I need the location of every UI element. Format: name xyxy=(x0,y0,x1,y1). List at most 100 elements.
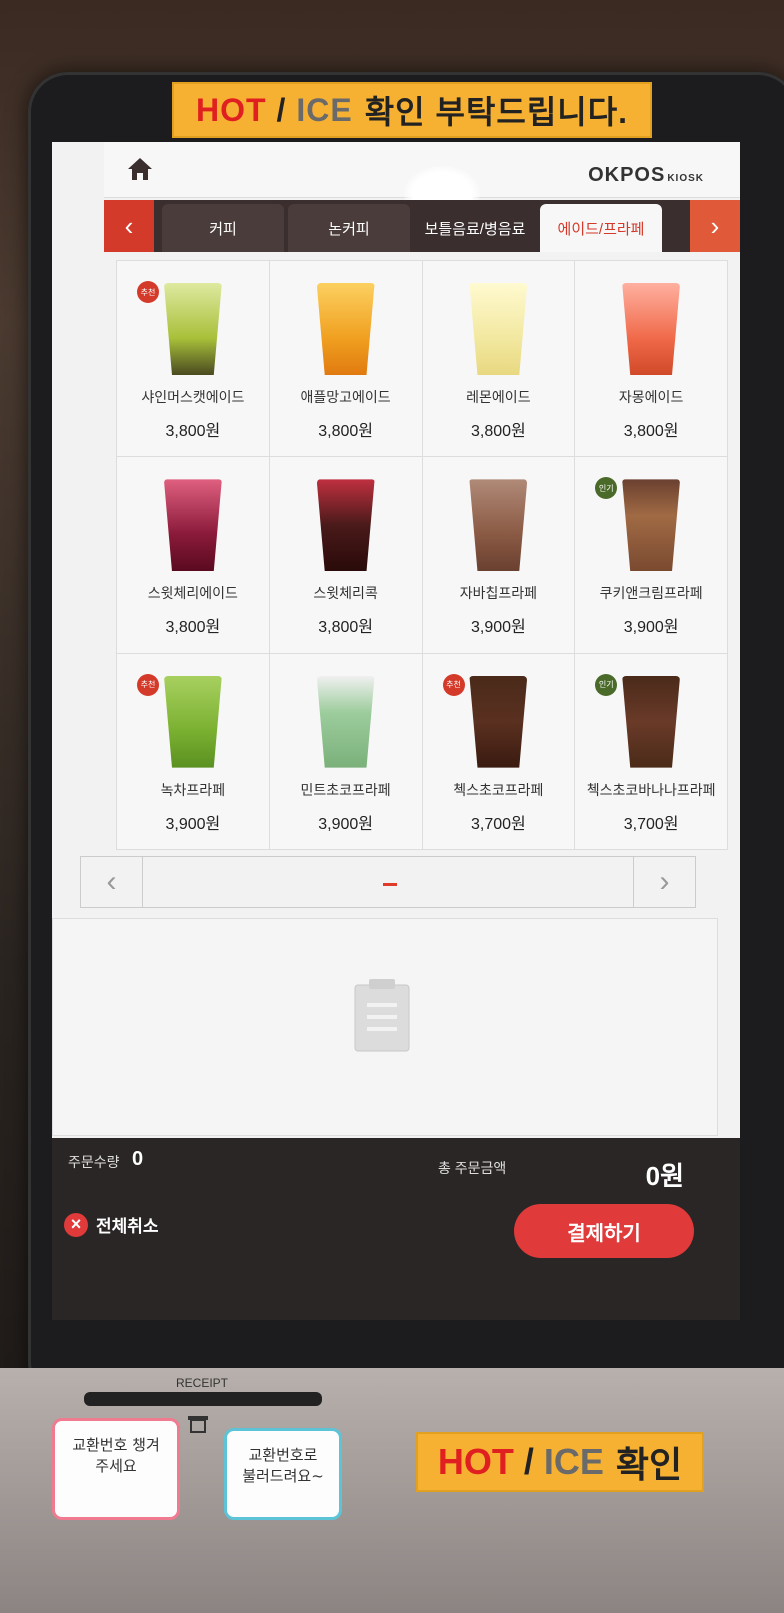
note-text: 교환번호 챙겨주세요 xyxy=(72,1436,160,1475)
tab-label: 에이드/프라페 xyxy=(557,220,645,238)
product-price: 3,900원 xyxy=(165,815,221,833)
order-footer: 주문수량 0 총 주문금액 0원 × 전체취소 결제하기 xyxy=(52,1138,740,1320)
badge-recommend: 추천 xyxy=(137,281,159,303)
tab-label: 논커피 xyxy=(328,220,370,238)
product-name: 민트초코프라페 xyxy=(300,781,391,798)
product-price: 3,900원 xyxy=(623,619,679,637)
product-card[interactable]: 스윗체리에이드 3,800원 xyxy=(117,457,270,654)
product-card[interactable]: 자몽에이드 3,800원 xyxy=(575,261,728,458)
sticker-text: 확인 xyxy=(615,1444,683,1485)
badge-recommend: 추천 xyxy=(137,673,159,696)
tab-label: 커피 xyxy=(209,220,237,238)
sticker-ice: ICE xyxy=(296,91,353,128)
order-total-label: 총 주문금액 xyxy=(438,1160,507,1176)
product-name: 자바칩프라페 xyxy=(459,585,538,602)
pay-button[interactable]: 결제하기 xyxy=(514,1204,694,1258)
cancel-all-label: 전체취소 xyxy=(96,1217,159,1236)
drink-image xyxy=(316,283,375,375)
drink-image xyxy=(316,675,375,768)
product-name: 스윗체리에이드 xyxy=(147,585,238,602)
sticker-slash: / xyxy=(523,1441,534,1482)
brand-sub: KIOSK xyxy=(667,173,704,184)
drink-image xyxy=(316,479,375,572)
tab-ade-frappe[interactable]: 에이드/프라페 xyxy=(540,204,662,252)
product-price: 3,900원 xyxy=(470,619,526,637)
product-pager: ‹ › xyxy=(80,856,696,908)
sticker-slash: / xyxy=(276,91,287,128)
drink-image xyxy=(622,675,681,768)
drink-image xyxy=(469,283,528,375)
product-price: 3,800원 xyxy=(318,619,373,637)
product-name: 녹차프라페 xyxy=(160,781,226,798)
product-name: 샤인머스캣에이드 xyxy=(141,389,245,405)
product-price: 3,700원 xyxy=(470,815,526,833)
product-name: 애플망고에이드 xyxy=(300,389,391,405)
cancel-all-button[interactable]: × 전체취소 xyxy=(64,1212,159,1237)
order-qty-value: 0 xyxy=(132,1148,144,1170)
tab-bottle-drinks[interactable]: 보틀음료/병음료 xyxy=(414,204,536,252)
product-card[interactable]: 인기 쿠키앤크림프라페 3,900원 xyxy=(575,457,728,654)
product-card[interactable]: 스윗체리콕 3,800원 xyxy=(269,457,423,654)
product-price: 3,800원 xyxy=(623,423,679,440)
call-number-note: 교환번호로 불러드려요~ xyxy=(224,1428,342,1520)
product-price: 3,900원 xyxy=(318,815,373,833)
sticker-ice: ICE xyxy=(543,1441,604,1482)
chevron-right-icon: › xyxy=(710,210,720,241)
page-indicator xyxy=(383,883,397,886)
close-icon: × xyxy=(64,1212,88,1237)
home-icon[interactable] xyxy=(126,156,154,182)
chevron-left-icon: ‹ xyxy=(106,865,117,898)
order-cart xyxy=(52,918,718,1136)
brand-name: OKPOS xyxy=(588,164,666,186)
sticker-hot: HOT xyxy=(437,1441,514,1482)
product-card[interactable]: 추천 녹차프라페 3,900원 xyxy=(117,653,270,850)
drink-image xyxy=(469,675,528,768)
product-name: 첵스초코바나나프라페 xyxy=(586,781,716,798)
product-name: 레몬에이드 xyxy=(466,389,531,405)
product-name: 쿠키앤크림프라페 xyxy=(599,585,703,602)
tab-prev-button[interactable]: ‹ xyxy=(104,200,154,252)
product-price: 3,800원 xyxy=(165,423,221,440)
tab-non-coffee[interactable]: 논커피 xyxy=(288,204,410,252)
product-grid: 추천 샤인머스캣에이드 3,800원 애플망고에이드 3,800원 레몬에이드 … xyxy=(116,260,728,850)
chevron-right-icon: › xyxy=(659,865,670,898)
tab-label: 보틀음료/병음료 xyxy=(424,220,526,238)
tab-next-button[interactable]: › xyxy=(690,200,740,252)
chevron-left-icon: ‹ xyxy=(124,210,134,241)
category-tabs: ‹ 커피 논커피 보틀음료/병음료 에이드/프라페 › xyxy=(104,200,740,252)
note-text: 교환번호로 불러드려요~ xyxy=(242,1446,324,1485)
product-price: 3,800원 xyxy=(165,619,221,637)
product-card[interactable]: 레몬에이드 3,800원 xyxy=(422,261,576,458)
product-card[interactable]: 자바칩프라페 3,900원 xyxy=(422,457,576,654)
product-card[interactable]: 인기 첵스초코바나나프라페 3,700원 xyxy=(575,653,728,850)
product-card[interactable]: 민트초코프라페 3,900원 xyxy=(269,653,423,850)
product-price: 3,700원 xyxy=(623,815,679,833)
badge-popular: 인기 xyxy=(595,477,618,500)
product-price: 3,800원 xyxy=(470,423,526,440)
receipt-slot xyxy=(84,1392,322,1406)
drink-image xyxy=(622,479,681,572)
drink-image xyxy=(469,479,528,572)
order-total-value: 0원 xyxy=(645,1161,684,1191)
hot-ice-bottom-sticker: HOT / ICE 확인 xyxy=(416,1432,704,1492)
drink-image xyxy=(163,283,222,375)
page-prev-button[interactable]: ‹ xyxy=(81,857,143,907)
product-card[interactable]: 추천 샤인머스캣에이드 3,800원 xyxy=(117,261,270,458)
sticker-text: 확인 부탁드립니다. xyxy=(364,94,629,130)
hot-ice-sticker: HOT / ICE 확인 부탁드립니다. xyxy=(172,82,652,138)
kiosk-screen: OKPOS KIOSK ‹ 커피 논커피 보틀음료/병음료 에이드/프라페 › 추… xyxy=(52,142,740,1320)
badge-recommend: 추천 xyxy=(442,673,465,696)
badge-popular: 인기 xyxy=(595,673,618,696)
product-name: 첵스초코프라페 xyxy=(453,781,544,798)
product-card[interactable]: 추천 첵스초코프라페 3,700원 xyxy=(422,653,576,850)
exchange-number-note: 교환번호 챙겨주세요 xyxy=(52,1418,180,1520)
page-next-button[interactable]: › xyxy=(633,857,695,907)
product-card[interactable]: 애플망고에이드 3,800원 xyxy=(269,261,423,458)
drink-image xyxy=(163,675,222,768)
product-price: 3,800원 xyxy=(318,423,373,440)
clipboard-icon xyxy=(354,979,410,1052)
product-name: 자몽에이드 xyxy=(618,389,684,405)
tab-coffee[interactable]: 커피 xyxy=(162,204,284,252)
product-name: 스윗체리콕 xyxy=(313,585,378,602)
drink-image xyxy=(622,283,681,375)
